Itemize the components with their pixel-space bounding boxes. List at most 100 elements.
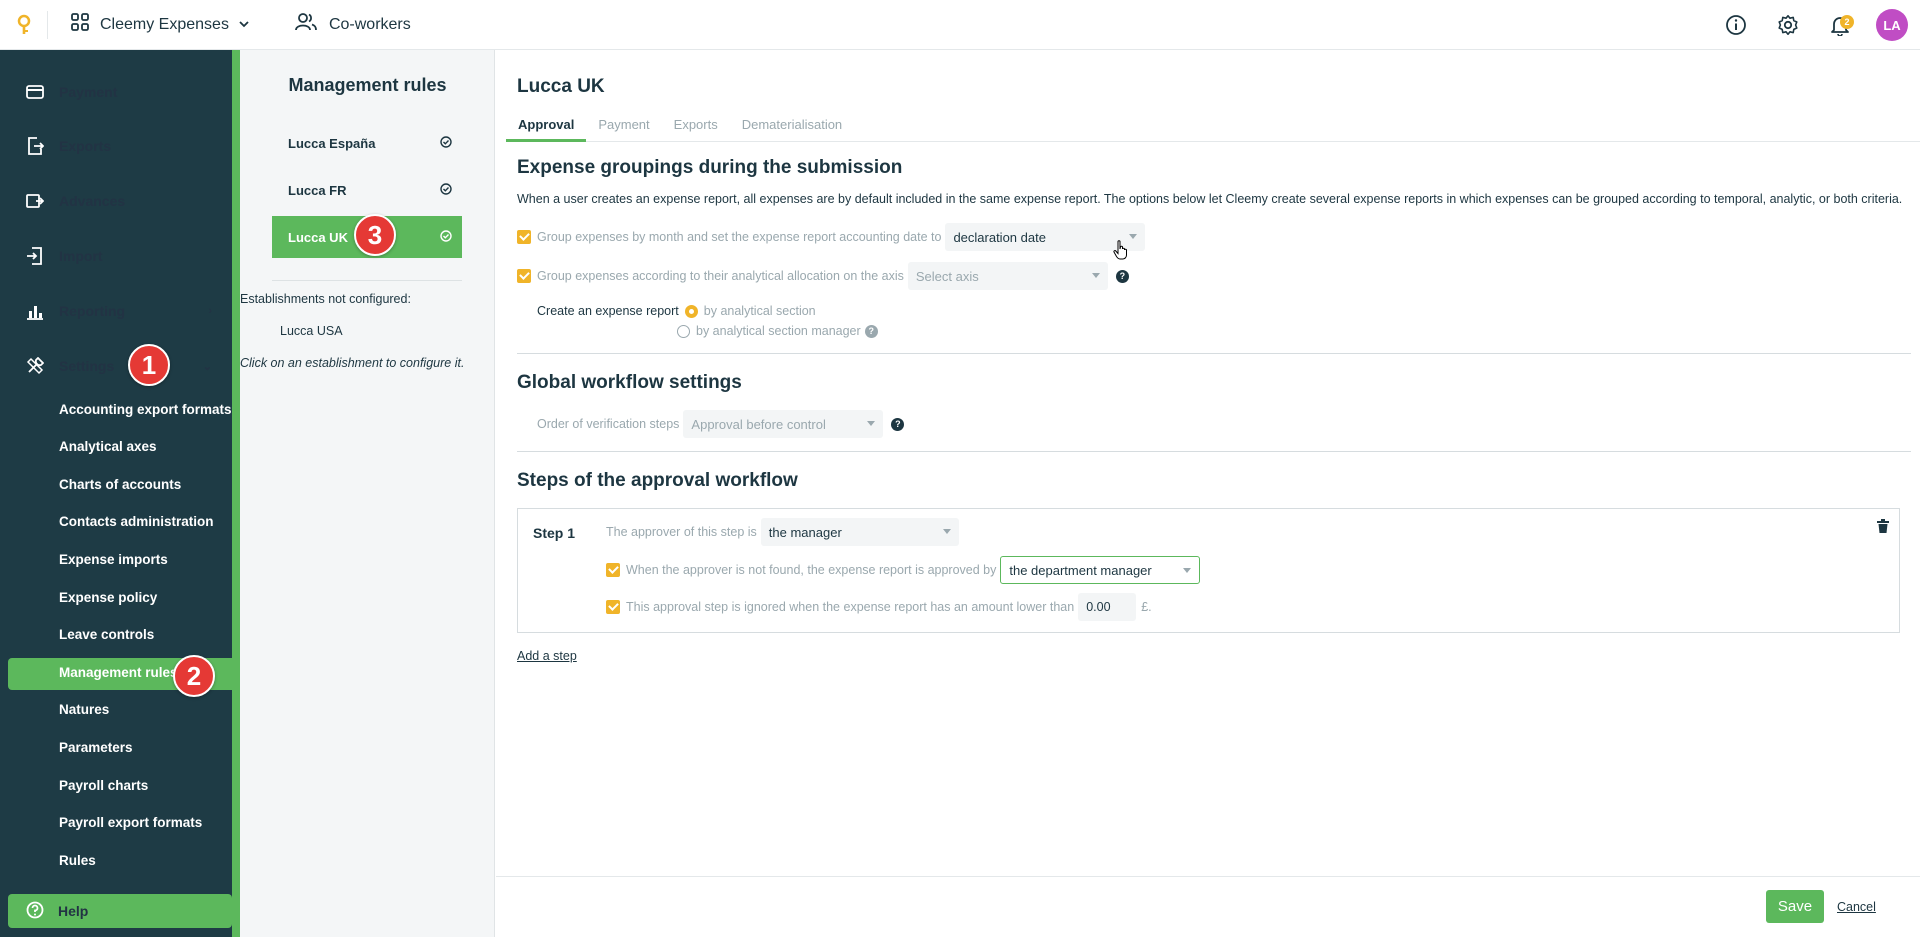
- sidebar-item-payment[interactable]: Payment: [0, 70, 232, 114]
- help-circle-icon: [26, 901, 44, 922]
- people-icon: [295, 12, 317, 37]
- approver-select[interactable]: the manager: [760, 518, 959, 546]
- app-name: Cleemy Expenses: [100, 15, 229, 33]
- divider: [272, 280, 462, 281]
- question-icon[interactable]: ?: [891, 417, 905, 431]
- tab-exports[interactable]: Exports: [662, 110, 730, 142]
- question-icon[interactable]: ?: [864, 324, 878, 338]
- verification-order-label: Order of verification steps: [537, 417, 680, 431]
- page-title: Lucca UK: [517, 76, 605, 97]
- select-value: declaration date: [953, 229, 1046, 245]
- sidebar-sub-leave-controls[interactable]: Leave controls: [59, 627, 154, 642]
- group-by-month-label: Group expenses by month and set the expe…: [537, 230, 942, 244]
- notification-count-badge: 2: [1840, 15, 1854, 29]
- establishment-item[interactable]: Lucca España: [272, 122, 462, 164]
- save-button[interactable]: Save: [1766, 890, 1824, 923]
- establishment-item[interactable]: Lucca FR: [272, 169, 462, 211]
- sidebar-sub-parameters[interactable]: Parameters: [59, 740, 133, 755]
- app-switcher[interactable]: Cleemy Expenses: [70, 12, 249, 37]
- unconfigured-establishment-item[interactable]: Lucca USA: [280, 324, 343, 338]
- fallback-approver-checkbox[interactable]: [606, 563, 620, 577]
- sidebar-sub-charts-of-accounts[interactable]: Charts of accounts: [59, 477, 181, 492]
- sidebar-item-exports[interactable]: Exports: [0, 124, 232, 168]
- tools-icon: [25, 356, 45, 376]
- step-callout-1: 1: [128, 344, 170, 386]
- group-by-month-checkbox[interactable]: [517, 230, 531, 244]
- establishment-label: Lucca FR: [288, 182, 347, 198]
- sidebar-item-reporting[interactable]: Reporting ›: [0, 289, 232, 333]
- grouping-description: When a user creates an expense report, a…: [517, 192, 1903, 206]
- sidebar-item-import[interactable]: Import: [0, 234, 232, 278]
- export-icon: [25, 136, 45, 156]
- caret-down-icon: [942, 529, 951, 534]
- trash-icon[interactable]: [1877, 519, 1889, 536]
- advances-icon: [25, 191, 45, 211]
- establishment-label: Lucca España: [288, 135, 376, 151]
- select-value: Select axis: [915, 268, 979, 284]
- by-section-radio[interactable]: [684, 304, 698, 318]
- group-by-axis-checkbox[interactable]: [517, 269, 531, 283]
- gear-icon[interactable]: [1772, 9, 1804, 41]
- fallback-approver-select[interactable]: the department manager: [1000, 556, 1201, 584]
- establishment-hint: Click on an establishment to configure i…: [240, 356, 465, 370]
- card-icon: [25, 82, 45, 102]
- info-icon[interactable]: [1720, 9, 1752, 41]
- step-callout-3: 3: [354, 214, 396, 256]
- sidebar-sub-natures[interactable]: Natures: [59, 702, 109, 717]
- sidebar-item-advances[interactable]: Advances: [0, 179, 232, 223]
- tab-approval[interactable]: Approval: [506, 110, 587, 142]
- sidebar-item-label: Payment: [59, 84, 118, 100]
- workflow-section-title: Global workflow settings: [517, 372, 742, 393]
- by-manager-radio[interactable]: [677, 324, 690, 338]
- sidebar-item-label: Reporting: [59, 303, 126, 319]
- verification-order-select[interactable]: Approval before control: [683, 410, 884, 438]
- chevron-down-icon: [239, 16, 249, 34]
- select-value: the department manager: [1009, 562, 1152, 578]
- ignore-threshold-label: This approval step is ignored when the e…: [626, 600, 1075, 614]
- axis-select[interactable]: Select axis: [907, 262, 1108, 290]
- help-button[interactable]: Help: [8, 894, 232, 928]
- currency-label: £.: [1141, 600, 1152, 614]
- by-manager-label: by analytical section manager: [696, 324, 861, 338]
- coworkers-link[interactable]: Co-workers: [295, 12, 411, 37]
- footer-divider: [496, 876, 1920, 877]
- select-value: Approval before control: [691, 416, 826, 432]
- establishment-label: Lucca UK: [288, 229, 348, 245]
- caret-down-icon: [1091, 273, 1100, 278]
- sidebar-sub-expense-imports[interactable]: Expense imports: [59, 552, 168, 567]
- grouping-section-title: Expense groupings during the submission: [517, 157, 903, 178]
- apps-grid-icon: [70, 12, 90, 37]
- tab-payment[interactable]: Payment: [586, 110, 661, 142]
- sidebar-sub-accounting-export-formats[interactable]: Accounting export formats: [59, 402, 232, 417]
- caret-down-icon: [1183, 568, 1192, 573]
- fallback-approver-label: When the approver is not found, the expe…: [626, 563, 997, 577]
- sidebar-sub-expense-policy[interactable]: Expense policy: [59, 590, 157, 605]
- hand-pointer-cursor-icon: [1113, 240, 1129, 263]
- tab-dematerialisation[interactable]: Dematerialisation: [730, 110, 854, 142]
- create-report-row: Create an expense report by analytical s…: [537, 304, 816, 318]
- sidebar-sub-management-rules[interactable]: Management rules: [59, 665, 178, 680]
- sidebar-sub-analytical-axes[interactable]: Analytical axes: [59, 439, 157, 454]
- sidebar-sub-payroll-export-formats[interactable]: Payroll export formats: [59, 815, 202, 830]
- chart-icon: [25, 301, 45, 321]
- bell-icon[interactable]: 2: [1824, 9, 1856, 41]
- group-by-axis-row: Group expenses according to their analyt…: [517, 262, 1129, 290]
- sidebar-sub-rules[interactable]: Rules: [59, 853, 96, 868]
- add-step-link[interactable]: Add a step: [517, 649, 577, 663]
- group-by-month-row: Group expenses by month and set the expe…: [517, 223, 1146, 251]
- approver-label: The approver of this step is: [606, 525, 757, 539]
- help-label: Help: [58, 903, 89, 919]
- lucca-logo-icon[interactable]: [0, 10, 48, 39]
- main-content: Lucca UK Approval Payment Exports Demate…: [496, 50, 1920, 937]
- question-icon[interactable]: ?: [1115, 269, 1129, 283]
- sidebar-sub-contacts-administration[interactable]: Contacts administration: [59, 514, 214, 529]
- threshold-amount-input[interactable]: 0.00: [1078, 593, 1137, 621]
- user-avatar[interactable]: LA: [1876, 9, 1908, 41]
- ignore-threshold-row: This approval step is ignored when the e…: [606, 593, 1152, 621]
- cancel-link[interactable]: Cancel: [1837, 900, 1876, 914]
- top-bar: Cleemy Expenses Co-workers 2 LA: [0, 0, 1920, 50]
- sidebar-sub-payroll-charts[interactable]: Payroll charts: [59, 778, 148, 793]
- configured-check-icon: [440, 182, 452, 198]
- ignore-threshold-checkbox[interactable]: [606, 600, 620, 614]
- sidebar-item-settings[interactable]: Settings ⌄: [0, 344, 232, 388]
